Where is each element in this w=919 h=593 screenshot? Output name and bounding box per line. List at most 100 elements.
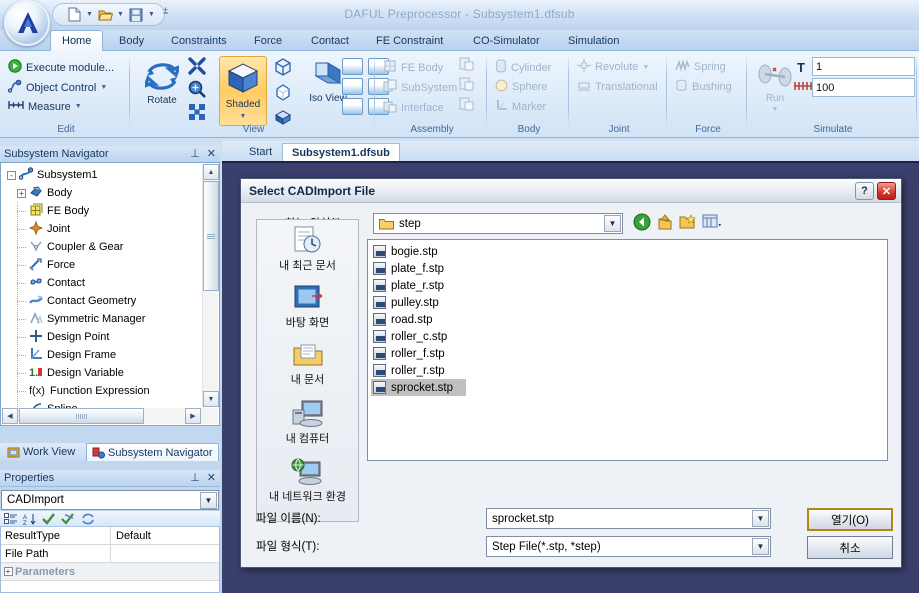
properties-close-icon[interactable]: ✕ [207, 473, 216, 484]
navigator-scroll-left-button[interactable]: ◀ [2, 408, 18, 424]
property-row[interactable]: File Path [1, 544, 219, 563]
ribbon-tab-co-simulator[interactable]: CO-Simulator [462, 30, 551, 51]
up-folder-icon[interactable] [656, 213, 674, 231]
place-my-computer[interactable]: 내 컴퓨터 [257, 394, 358, 452]
wireframe-button[interactable] [272, 56, 298, 81]
file-list-item[interactable]: road.stp [371, 311, 466, 328]
subsystem-navigator-tree-panel[interactable]: - Subsystem1 + Body FE Body Joint Coupler & Ge… [0, 162, 220, 426]
shaded-dropdown-arrow[interactable]: ▼ [240, 111, 247, 122]
file-list-item[interactable]: roller_c.stp [371, 328, 466, 345]
navigator-vertical-scrollbar[interactable]: ▲ ▼ [202, 164, 219, 407]
save-dropdown-arrow[interactable]: ▼ [147, 5, 156, 24]
run-button[interactable]: Run ▼ [751, 60, 799, 115]
hidden-line-button[interactable] [272, 81, 298, 106]
open-button[interactable] [96, 5, 114, 24]
navigator-scroll-right-button[interactable]: ▶ [185, 408, 201, 424]
rotate-button[interactable]: Rotate [138, 60, 186, 106]
place-recent-documents[interactable]: 내 최근 문서 [257, 220, 358, 278]
filename-dropdown-arrow[interactable]: ▼ [752, 510, 769, 527]
tree-expander[interactable]: + [17, 188, 26, 198]
file-list-item[interactable]: plate_r.stp [371, 277, 466, 294]
tree-item-fe-body[interactable]: FE Body [1, 202, 203, 220]
run-dropdown-arrow[interactable]: ▼ [772, 104, 779, 115]
navigator-scroll-up-button[interactable]: ▲ [203, 164, 219, 180]
dock-tab-work-view[interactable]: Work View [2, 443, 80, 461]
views-icon[interactable] [702, 213, 722, 231]
zoom-button[interactable] [187, 79, 217, 102]
assembly-extra-3-button[interactable] [459, 96, 475, 116]
tree-item-symmetric-manager[interactable]: Symmetric Manager [1, 310, 203, 328]
back-icon[interactable] [633, 213, 651, 231]
tree-expander[interactable]: - [7, 170, 16, 180]
file-list-item[interactable]: plate_f.stp [371, 260, 466, 277]
subsystem-tree[interactable]: - Subsystem1 + Body FE Body Joint Coupler & Ge… [1, 163, 203, 408]
assembly-extra-2-button[interactable] [459, 76, 475, 96]
view-left-button[interactable] [342, 98, 363, 115]
filename-combo[interactable]: sprocket.stp ▼ [486, 508, 771, 529]
file-list-item[interactable]: bogie.stp [371, 243, 466, 260]
sphere-button[interactable]: Sphere [495, 79, 547, 95]
place-my-documents[interactable]: 내 문서 [257, 336, 358, 394]
fe-body-button[interactable]: FE Body [383, 59, 443, 76]
refresh-icon[interactable] [81, 513, 95, 525]
end-time-input[interactable]: 1 [812, 57, 915, 76]
open-dropdown-arrow[interactable]: ▼ [116, 5, 125, 24]
ribbon-tab-constraints[interactable]: Constraints [160, 30, 238, 51]
view-top-button[interactable] [342, 78, 363, 95]
fit-all-button[interactable] [187, 56, 217, 79]
categorize-icon[interactable] [4, 512, 17, 525]
object-control-button[interactable]: Object Control ▼ [7, 79, 107, 96]
open-button[interactable]: 열기(O) [807, 508, 893, 531]
tree-item-spline[interactable]: Spline [1, 400, 203, 408]
execute-module-button[interactable]: Execute module... [8, 59, 114, 76]
look-in-dropdown-arrow[interactable]: ▼ [604, 215, 621, 232]
qat-overflow-button[interactable]: ⩲ [163, 6, 168, 17]
zoom-window-button[interactable] [187, 102, 217, 125]
subsystem-button[interactable]: SubSystem [383, 79, 457, 96]
tree-item-subsystem1[interactable]: - Subsystem1 [1, 166, 203, 184]
tree-item-coupler-gear[interactable]: Coupler & Gear [1, 238, 203, 256]
shaded-button[interactable]: Shaded ▼ [219, 56, 267, 126]
dialog-help-button[interactable]: ? [855, 182, 874, 200]
spring-button[interactable]: Spring [675, 59, 726, 75]
ribbon-tab-force[interactable]: Force [243, 30, 293, 51]
apply-icon[interactable] [61, 512, 75, 525]
filetype-combo[interactable]: Step File(*.stp, *step) ▼ [486, 536, 771, 557]
file-list-view[interactable]: bogie.stp plate_f.stp plate_r.stp pulley.st… [367, 239, 888, 461]
tree-item-contact[interactable]: Contact [1, 274, 203, 292]
ribbon-tab-fe-constraint[interactable]: FE Constraint [365, 30, 454, 51]
ribbon-tab-contact[interactable]: Contact [300, 30, 360, 51]
save-button[interactable] [127, 5, 145, 24]
properties-object-dropdown-arrow[interactable]: ▼ [200, 492, 217, 509]
parameters-expander[interactable]: + [3, 567, 13, 576]
navigator-close-icon[interactable]: ✕ [207, 149, 216, 160]
dialog-close-button[interactable]: ✕ [877, 182, 896, 200]
check-icon[interactable] [42, 512, 55, 525]
new-dropdown-arrow[interactable]: ▼ [85, 5, 94, 24]
new-button[interactable] [65, 5, 83, 24]
filetype-dropdown-arrow[interactable]: ▼ [752, 538, 769, 555]
step-count-input[interactable]: 100 [812, 78, 915, 97]
quick-access-toolbar[interactable]: ▼ ▼ ▼ [52, 3, 165, 26]
ribbon-tab-body[interactable]: Body [108, 30, 155, 51]
revolute-dropdown-arrow[interactable]: ▼ [642, 64, 649, 71]
file-list-item[interactable]: roller_r.stp [371, 362, 466, 379]
tree-item-joint[interactable]: Joint [1, 220, 203, 238]
cylinder-button[interactable]: Cylinder [495, 59, 551, 76]
file-list-item[interactable]: pulley.stp [371, 294, 466, 311]
ribbon-tab-home[interactable]: Home [50, 30, 104, 51]
translational-button[interactable]: Translational [577, 79, 658, 95]
properties-object-combo[interactable]: CADImport ▼ [1, 490, 219, 510]
cancel-button[interactable]: 취소 [807, 536, 893, 559]
file-list-item[interactable]: roller_f.stp [371, 345, 466, 362]
tree-item-function-expression[interactable]: f(x) Function Expression [1, 382, 203, 400]
application-orb-button[interactable] [4, 0, 50, 46]
interface-button[interactable]: Interface [383, 99, 444, 116]
look-in-combo[interactable]: step ▼ [373, 213, 623, 234]
tree-item-design-frame[interactable]: Design Frame [1, 346, 203, 364]
measure-button[interactable]: Measure ▼ [8, 99, 82, 114]
property-row[interactable]: + Parameters [1, 563, 219, 581]
tree-item-contact-geometry[interactable]: Contact Geometry [1, 292, 203, 310]
dock-tab-subsystem-navigator[interactable]: Subsystem Navigator [86, 443, 219, 461]
place-network[interactable]: 내 네트워크 환경 [257, 452, 358, 510]
